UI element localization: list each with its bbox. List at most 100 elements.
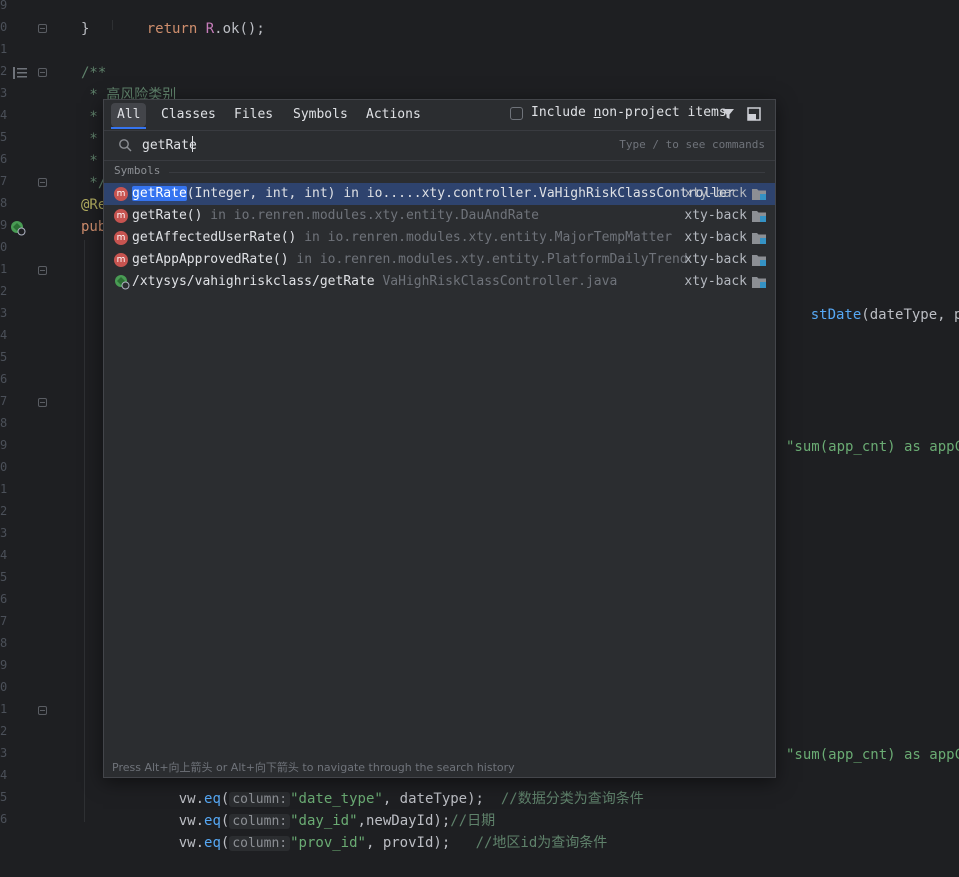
tab-symbols[interactable]: Symbols: [287, 103, 354, 127]
line-number: 1: [0, 482, 8, 496]
fold-marker[interactable]: [38, 68, 47, 77]
line-number: 6: [0, 592, 8, 606]
result-signature: /xtysys/vahighriskclass/getRate: [132, 274, 375, 289]
tab-classes[interactable]: Classes: [155, 103, 222, 127]
result-signature: getAppApprovedRate(): [132, 252, 289, 267]
module-folder-icon: [752, 277, 766, 288]
match-highlight: getRate: [132, 186, 187, 201]
line-number: 3: [0, 86, 8, 100]
scope-tabs: All Classes Files Symbols Actions Includ…: [104, 100, 775, 129]
line-number: 6: [0, 152, 8, 166]
line-number: 3: [0, 306, 8, 320]
line-number: 7: [0, 394, 8, 408]
search-input[interactable]: [142, 136, 542, 154]
line-number: 5: [0, 790, 8, 804]
result-location: in io.renren.modules.xty.entity.DauAndRa…: [202, 208, 539, 223]
label-part: Include: [531, 105, 594, 120]
line-number: 4: [0, 768, 8, 782]
string-sum-2: "sum(app_cnt) as appCr: [786, 747, 959, 763]
line-number: 7: [0, 174, 8, 188]
code-line-stDate: stDate(dateType, provIc: [777, 282, 959, 348]
result-row[interactable]: m getRate() in io.renren.modules.xty.enti…: [104, 205, 775, 227]
result-location: VaHighRiskClassController.java: [374, 274, 618, 289]
fold-marker[interactable]: [38, 398, 47, 407]
search-icon: [119, 139, 132, 152]
line-number: 1: [0, 702, 8, 716]
line-number: 1: [0, 42, 8, 56]
filter-icon[interactable]: [721, 107, 735, 121]
fold-marker[interactable]: [38, 24, 47, 33]
line-comment: //数据分类为查询条件: [500, 791, 644, 807]
tab-actions[interactable]: Actions: [360, 103, 427, 127]
search-history-hint: Press Alt+向上箭头 or Alt+向下箭头 to navigate t…: [112, 761, 515, 774]
result-row[interactable]: m getRate(Integer, int, int) in io.....xt…: [104, 183, 775, 205]
fold-marker[interactable]: [38, 178, 47, 187]
module-folder-icon: [752, 255, 766, 266]
result-row[interactable]: m getAffectedUserRate() in io.renren.modu…: [104, 227, 775, 249]
identifier-R: R: [205, 21, 215, 37]
web-endpoint-gutter-icon[interactable]: [10, 220, 26, 236]
doc-comment-open: /**: [81, 65, 107, 81]
line-number: 0: [0, 240, 8, 254]
result-name: getRate(Integer, int, int) in io.....xty…: [132, 186, 735, 201]
line-number: 8: [0, 636, 8, 650]
line-number: 9: [0, 218, 8, 232]
line-number: 0: [0, 680, 8, 694]
result-location: in io.renren.modules.xty.entity.Platform…: [288, 252, 688, 267]
line-number: 3: [0, 526, 8, 540]
line-number: 2: [0, 724, 8, 738]
line-number: 6: [0, 812, 8, 826]
line-comment: //地区id为查询条件: [475, 835, 608, 851]
line-number: 2: [0, 504, 8, 518]
label-part: on-project items: [601, 105, 727, 120]
line-number: 8: [0, 196, 8, 210]
result-row[interactable]: m getAppApprovedRate() in io.renren.modul…: [104, 249, 775, 271]
fold-marker[interactable]: [38, 266, 47, 275]
args-rest: , provId);: [365, 835, 451, 851]
open-preview-icon[interactable]: [747, 107, 761, 121]
search-row: Type / to see commands: [104, 130, 775, 161]
indent-guide: [84, 240, 85, 822]
web-endpoint-icon: [115, 275, 130, 290]
method-icon: m: [114, 253, 128, 267]
line-number: 3: [0, 746, 8, 760]
line-number: 2: [0, 64, 8, 78]
line-number: 5: [0, 350, 8, 364]
result-name: getRate() in io.renren.modules.xty.entit…: [132, 208, 539, 223]
method-icon: m: [114, 231, 128, 245]
code-line-return: return R.ok();: [113, 0, 265, 62]
line-number: 9: [0, 438, 8, 452]
line-number: 5: [0, 130, 8, 144]
line-number: 0: [0, 20, 8, 34]
result-signature: getRate(): [132, 208, 203, 223]
result-location: in io.renren.modules.xty.entity.MajorTem…: [296, 230, 673, 245]
tab-files[interactable]: Files: [228, 103, 279, 127]
module-name: xty-back: [684, 274, 747, 289]
line-number: 2: [0, 284, 8, 298]
module-folder-icon: [752, 189, 766, 200]
tab-all[interactable]: All: [111, 103, 147, 129]
editor-gutter: 9 0 1 2 3 4 5 6 7 8 9 0 1 2 3 4 5 6 7 8 9 0 1 2 3 4 5 6 7 8 9 0 1 2 3 4 5 6: [0, 0, 60, 826]
search-everywhere-popup: All Classes Files Symbols Actions Includ…: [103, 99, 776, 778]
eq-method: eq: [204, 835, 221, 851]
line-number: 5: [0, 570, 8, 584]
result-signature: (Integer, int, int) in io.....xty.contro…: [186, 186, 735, 201]
method-name: stDate: [810, 307, 862, 323]
doc-comment-line: *: [81, 109, 98, 125]
render-doc-icon[interactable]: [13, 67, 27, 79]
module-name: xty-back: [684, 230, 747, 245]
line-number: 7: [0, 614, 8, 628]
line-number: 4: [0, 328, 8, 342]
vw-object: vw.: [178, 835, 205, 851]
search-hint: Type / to see commands: [619, 138, 765, 151]
line-number: 4: [0, 548, 8, 562]
result-row[interactable]: /xtysys/vahighriskclass/getRate VaHighRi…: [104, 271, 775, 293]
fold-marker[interactable]: [38, 706, 47, 715]
line-number: 9: [0, 658, 8, 672]
module-name: xty-back: [684, 186, 747, 201]
param-hint: column:: [229, 836, 291, 851]
include-non-project-label[interactable]: Include non-project items: [531, 105, 727, 120]
include-non-project-checkbox[interactable]: [510, 107, 523, 120]
module-folder-icon: [752, 233, 766, 244]
module-name: xty-back: [684, 252, 747, 267]
